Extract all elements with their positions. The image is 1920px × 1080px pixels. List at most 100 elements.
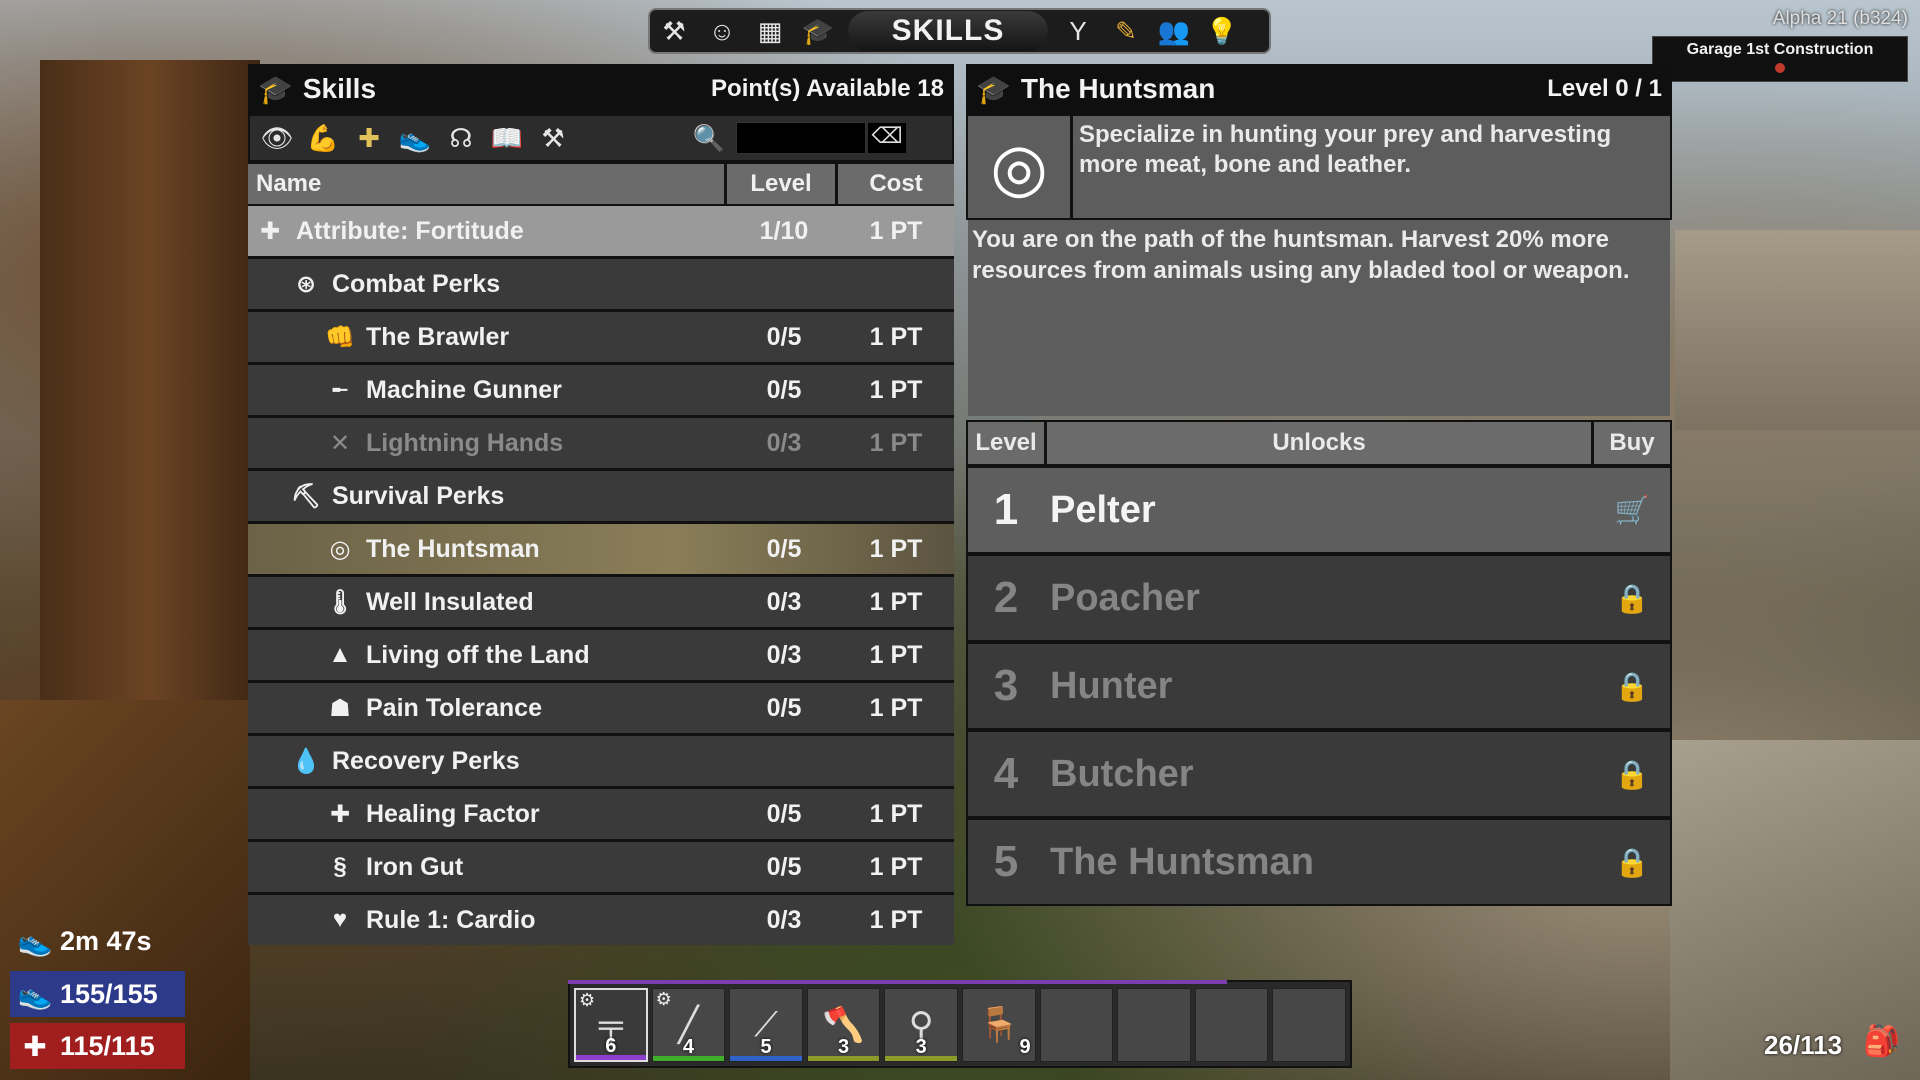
unlock-row[interactable]: 3 Hunter 🔒 (968, 644, 1670, 728)
skill-row[interactable]: ☗ Pain Tolerance 0/5 1 PT (248, 683, 954, 733)
column-header-name[interactable]: Name (248, 164, 724, 204)
unlock-level-number: 2 (993, 573, 1019, 622)
skill-row[interactable]: 👊 The Brawler 0/5 1 PT (248, 312, 954, 362)
toolbelt-slot[interactable] (1117, 988, 1191, 1062)
lock-icon: 🔒 (1614, 582, 1650, 614)
toolbelt-slot[interactable] (1194, 988, 1269, 1062)
unlock-list: 1 Pelter 🛒 2 Poacher 🔒 3 Hunter 🔒 4 Butcher 🔒 5 The H… (966, 466, 1672, 906)
combat-perks-icon: ⊛ (295, 270, 317, 298)
unlock-header-level: Level (968, 422, 1044, 464)
unlock-row[interactable]: 1 Pelter 🛒 (968, 468, 1670, 552)
toolbelt-slot[interactable]: 🪓 3 (806, 988, 881, 1062)
skills-cap-icon: 🎓 (258, 73, 293, 105)
players-icon[interactable]: 👥 (1150, 10, 1198, 52)
stomach-icon: § (333, 853, 347, 880)
quest-pencil-icon[interactable]: ✎ (1102, 10, 1150, 52)
unlock-name: Hunter (1050, 664, 1173, 707)
skill-row[interactable]: ♥ Rule 1: Cardio 0/3 1 PT (248, 895, 954, 945)
toolbelt-slot[interactable] (1039, 988, 1114, 1062)
attribute-row[interactable]: ✚ Attribute: Fortitude 1/10 1 PT (248, 206, 954, 256)
column-header-cost[interactable]: Cost (838, 164, 954, 204)
lock-icon: 🔒 (1614, 670, 1650, 702)
skills-panel: 🎓 Skills Point(s) Available 18 👁 💪 ✚ 👟 ☊… (248, 64, 954, 945)
unlock-row[interactable]: 2 Poacher 🔒 (968, 556, 1670, 640)
skill-name: Attribute: Fortitude (296, 216, 524, 245)
machine-gun-icon: ╾ (332, 376, 348, 404)
skill-level: 0/5 (766, 852, 802, 881)
durability-bar (576, 1055, 646, 1060)
skill-level: 0/3 (766, 587, 802, 616)
skill-category-row[interactable]: ⛏ Survival Perks (248, 471, 954, 521)
unlock-row[interactable]: 4 Butcher 🔒 (968, 732, 1670, 816)
toolbelt-slot[interactable]: ⟋ 5 (729, 988, 803, 1062)
skill-cost: 1 PT (869, 216, 923, 245)
skills-cap-icon[interactable]: 🎓 (794, 10, 842, 52)
skill-row[interactable]: 🌡 Well Insulated 0/3 1 PT (248, 577, 954, 627)
fortitude-cross-icon[interactable]: ✚ (346, 123, 392, 154)
cart-icon[interactable]: 🛒 (1594, 494, 1670, 527)
toolbelt: ╤ ⚙ 6 ╱ ⚙ 4 ⟋ 5 🪓 3 ⚲ 3 🪑 9 (568, 980, 1352, 1068)
skill-cost: 1 PT (869, 640, 923, 669)
skill-row[interactable]: ▲ Living off the Land 0/3 1 PT (248, 630, 954, 680)
skills-panel-title: Skills (302, 73, 377, 104)
intellect-brain-icon[interactable]: ☊ (438, 123, 484, 154)
skill-name: Pain Tolerance (366, 693, 542, 722)
agility-runner-icon[interactable]: 👟 (392, 123, 438, 154)
skill-name: Machine Gunner (366, 375, 562, 404)
toolbelt-slot[interactable]: ╱ ⚙ 4 (651, 988, 726, 1062)
lock-icon: 🔒 (1614, 758, 1650, 790)
column-header-level[interactable]: Level (727, 164, 835, 204)
lock-icon: 🔒 (1614, 846, 1650, 878)
skill-row[interactable]: ✕ Lightning Hands 0/3 1 PT (248, 418, 954, 468)
skill-list: ✚ Attribute: Fortitude 1/10 1 PT ⊛ Combat Per… (248, 206, 954, 945)
character-icon[interactable]: ☺ (698, 10, 746, 52)
skill-filter-bar: 👁 💪 ✚ 👟 ☊ 📖 ⚒ 🔍 ⌫ (248, 114, 954, 162)
skill-row[interactable]: ◎ The Huntsman 0/5 1 PT (248, 524, 954, 574)
strength-arm-icon[interactable]: 💪 (300, 123, 346, 154)
heart-pulse-icon: ♥ (332, 906, 348, 933)
skill-row[interactable]: ✚ Healing Factor 0/5 1 PT (248, 789, 954, 839)
backpack-icon[interactable]: 🎒 (1856, 1024, 1908, 1068)
toolbelt-slot[interactable] (1272, 988, 1346, 1062)
skill-cost: 1 PT (869, 852, 923, 881)
hud-timer: 👟 2m 47s (10, 918, 185, 964)
water-drop-icon: 💧 (291, 747, 321, 775)
skill-category-row[interactable]: ⊛ Combat Perks (248, 259, 954, 309)
challenges-icon[interactable]: Y (1054, 10, 1102, 52)
unlock-name: The Huntsman (1050, 840, 1314, 883)
map-icon[interactable]: ▦ (746, 10, 794, 52)
skill-name: Well Insulated (366, 587, 534, 616)
skill-row[interactable]: § Iron Gut 0/5 1 PT (248, 842, 954, 892)
skill-name: Survival Perks (332, 481, 505, 510)
eye-icon[interactable]: 👁 (254, 123, 300, 154)
skill-level: 0/5 (766, 693, 802, 722)
target-icon: ◎ (329, 535, 351, 563)
xp-progress-bar (568, 980, 1227, 984)
toolbelt-slot[interactable]: 🪑 9 (961, 988, 1036, 1062)
background-house (40, 60, 260, 700)
search-icon[interactable]: 🔍 (686, 123, 732, 154)
unlock-column-headers: Level Unlocks Buy (966, 420, 1672, 466)
crafting-hammer-icon[interactable]: ⚒ (530, 123, 576, 154)
skill-cost: 1 PT (869, 693, 923, 722)
unlock-row[interactable]: 5 The Huntsman 🔒 (968, 820, 1670, 904)
runner-icon: 👟 (17, 925, 53, 957)
toolbelt-slot[interactable]: ╤ ⚙ 6 (574, 988, 648, 1062)
search-input[interactable] (736, 122, 866, 154)
unlock-level-number: 1 (993, 485, 1019, 534)
quest-tracker: Garage 1st Construction (1652, 36, 1908, 82)
toolbelt-slot[interactable]: ⚲ 3 (884, 988, 958, 1062)
slot-count: 9 (1019, 1036, 1031, 1058)
hammer-icon[interactable]: ⚒ (650, 10, 698, 52)
skill-cost: 1 PT (869, 587, 923, 616)
tips-bulb-icon[interactable]: 💡 (1198, 10, 1246, 52)
perk-long-description: You are on the path of the huntsman. Har… (968, 220, 1670, 416)
unlock-header-unlocks: Unlocks (1047, 422, 1591, 464)
build-version-label: Alpha 21 (b324) (1772, 8, 1908, 29)
skill-row[interactable]: ╾ Machine Gunner 0/5 1 PT (248, 365, 954, 415)
skill-level: 0/5 (766, 322, 802, 351)
books-icon[interactable]: 📖 (484, 123, 530, 154)
skill-name: The Huntsman (366, 534, 540, 563)
clear-search-icon[interactable]: ⌫ (868, 123, 906, 153)
skill-category-row[interactable]: 💧 Recovery Perks (248, 736, 954, 786)
